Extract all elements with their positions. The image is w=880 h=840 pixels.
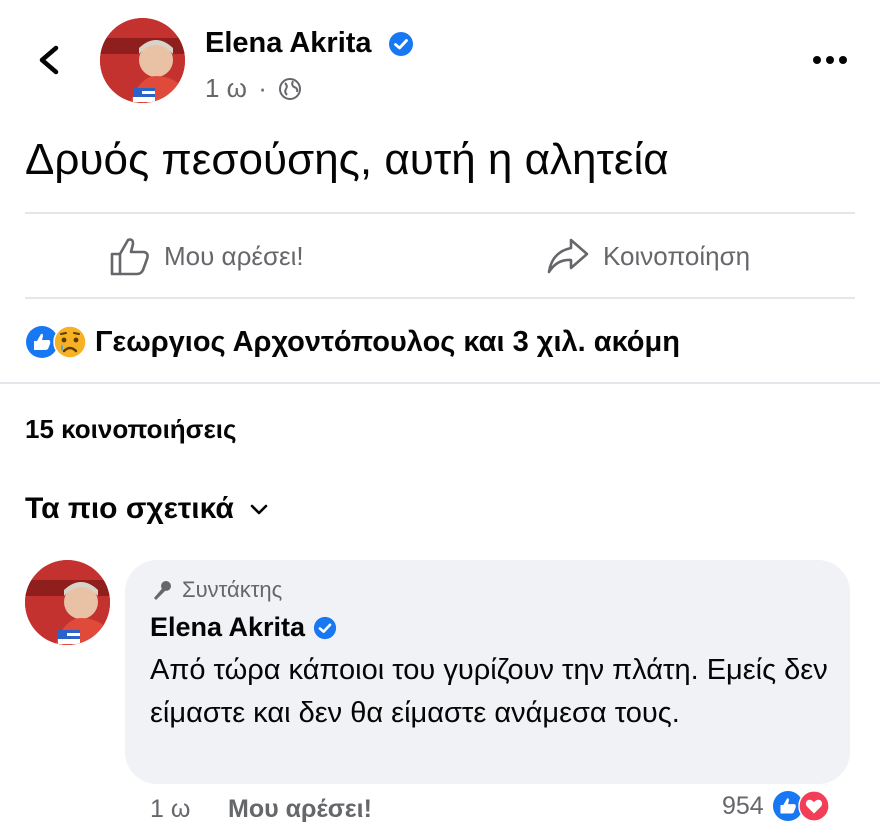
post-meta: 1 ω · — [205, 73, 302, 104]
comment-author-avatar[interactable] — [25, 560, 110, 645]
more-icon[interactable] — [808, 48, 852, 72]
post-author-row: Elena Akrita — [205, 27, 414, 60]
like-button[interactable]: Μου αρέσει! — [108, 234, 304, 278]
divider — [25, 297, 855, 299]
shares-count[interactable]: 15 κοινοποιήσεις — [25, 414, 237, 445]
comment-sort-label: Τα πιο σχετικά — [25, 492, 234, 525]
share-arrow-icon — [547, 238, 589, 274]
sad-reaction-icon — [53, 325, 87, 359]
meta-separator: · — [258, 73, 267, 103]
divider — [25, 212, 855, 214]
microphone-icon — [154, 581, 171, 600]
comment-author-name[interactable]: Elena Akrita — [150, 612, 305, 643]
post-time[interactable]: 1 ω — [205, 73, 247, 103]
comment-time[interactable]: 1 ω — [150, 795, 190, 824]
verified-badge-icon — [388, 32, 413, 57]
comment-author-row: Elena Akrita — [150, 612, 337, 643]
love-reaction-icon — [797, 790, 830, 822]
share-button-label: Κοινοποίηση — [603, 240, 751, 271]
divider — [0, 382, 880, 384]
share-button[interactable]: Κοινοποίηση — [545, 234, 750, 278]
author-badge-label: Συντάκτης — [182, 577, 283, 602]
like-button-label: Μου αρέσει! — [164, 240, 304, 271]
chevron-down-icon — [250, 504, 268, 515]
comment-reaction-count: 954 — [722, 791, 764, 820]
comment-text: Από τώρα κάποιοι του γυρίζουν την πλάτη.… — [150, 654, 828, 729]
reactions-summary[interactable]: Γεωργιος Αρχοντόπουλος και 3 χιλ. ακόμη — [25, 325, 680, 359]
avatar-photo — [25, 560, 110, 645]
comment-like-button[interactable]: Μου αρέσει! — [228, 795, 372, 824]
post-text: Δρυός πεσούσης, αυτή η αλητεία — [25, 135, 669, 184]
author-badge: Συντάκτης — [150, 577, 282, 603]
verified-badge-icon — [314, 616, 337, 639]
avatar-photo — [100, 18, 185, 103]
thumbs-up-icon — [110, 238, 149, 276]
post-author-name[interactable]: Elena Akrita — [205, 27, 372, 59]
reactions-summary-text: Γεωργιος Αρχοντόπουλος και 3 χιλ. ακόμη — [95, 325, 680, 358]
comment-sort-dropdown[interactable]: Τα πιο σχετικά — [25, 492, 270, 526]
comment-reactions[interactable]: 954 — [722, 790, 830, 822]
back-arrow-icon[interactable] — [30, 40, 70, 80]
author-avatar[interactable] — [100, 18, 185, 103]
globe-icon — [279, 78, 302, 100]
